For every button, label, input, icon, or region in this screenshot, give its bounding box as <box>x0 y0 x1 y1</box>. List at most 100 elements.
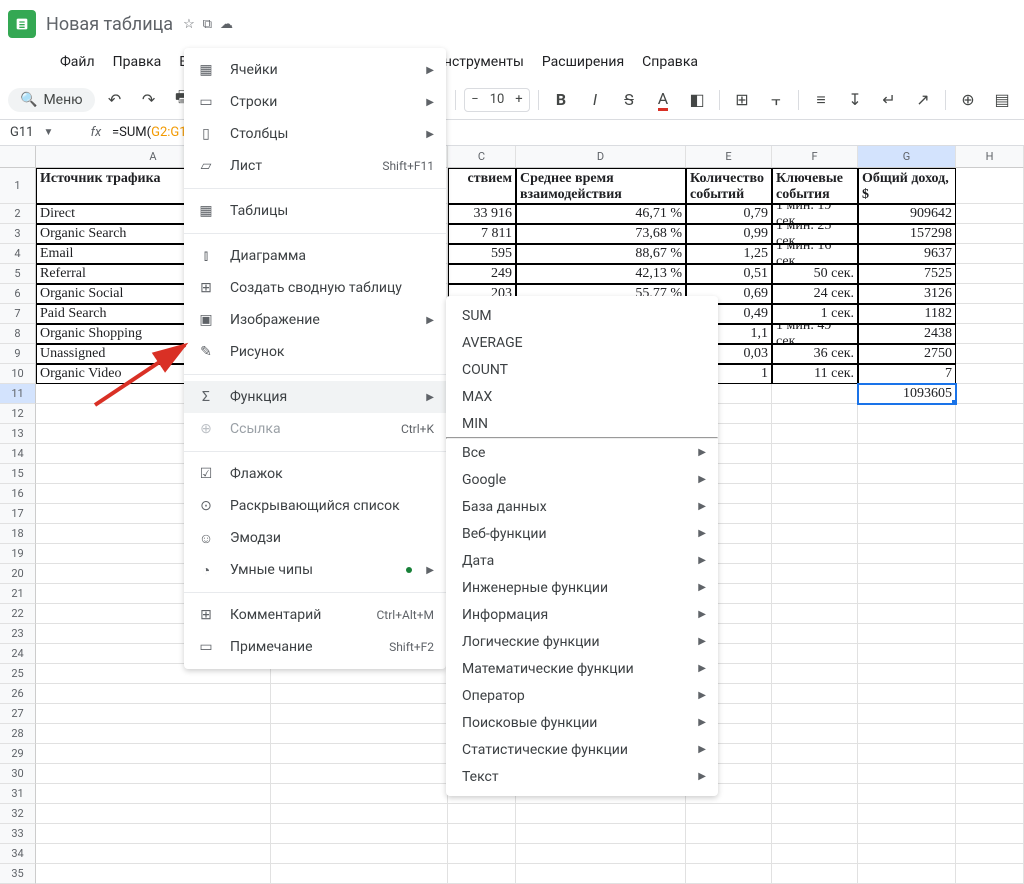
cell[interactable] <box>956 644 1024 664</box>
cell[interactable] <box>956 284 1024 304</box>
cell[interactable] <box>772 404 858 424</box>
col-F[interactable]: F <box>772 146 858 168</box>
col-D[interactable]: D <box>516 146 686 168</box>
submenu-item[interactable]: COUNT <box>446 356 718 383</box>
col-G[interactable]: G <box>858 146 956 168</box>
cell[interactable]: 157298 <box>858 224 956 244</box>
wrap-button[interactable]: ↵ <box>875 86 903 114</box>
merge-button[interactable]: ⫟ <box>762 86 790 114</box>
cell[interactable] <box>956 804 1024 824</box>
cell[interactable] <box>858 404 956 424</box>
cell[interactable] <box>956 624 1024 644</box>
cell[interactable] <box>271 744 448 764</box>
row-23[interactable]: 23 <box>0 624 36 644</box>
cell[interactable] <box>956 224 1024 244</box>
row-1[interactable]: 1 <box>0 168 36 204</box>
menu-item[interactable]: ▭Строки▶ <box>184 86 446 118</box>
cell[interactable] <box>858 584 956 604</box>
row-6[interactable]: 6 <box>0 284 36 304</box>
cell[interactable]: 1 сек. <box>772 304 858 324</box>
cell[interactable] <box>516 864 686 884</box>
cell[interactable] <box>516 824 686 844</box>
cell[interactable] <box>271 704 448 724</box>
cell[interactable]: 595 <box>448 244 516 264</box>
submenu-item[interactable]: Текст▶ <box>446 763 718 790</box>
cell[interactable]: ствием <box>448 168 516 204</box>
row-2[interactable]: 2 <box>0 204 36 224</box>
menu-item[interactable]: ▭ПримечаниеShift+F2 <box>184 631 446 663</box>
cell[interactable] <box>956 544 1024 564</box>
submenu-item[interactable]: Математические функции▶ <box>446 655 718 682</box>
cell[interactable] <box>858 684 956 704</box>
cell[interactable]: 0,79 <box>686 204 772 224</box>
undo-button[interactable]: ↶ <box>101 86 129 114</box>
bold-button[interactable]: B <box>547 86 575 114</box>
row-13[interactable]: 13 <box>0 424 36 444</box>
cell[interactable] <box>772 424 858 444</box>
cell[interactable] <box>956 464 1024 484</box>
cell[interactable] <box>772 604 858 624</box>
cell[interactable]: 1 мин. 19 сек. <box>772 204 858 224</box>
select-all-corner[interactable] <box>0 146 36 168</box>
cell[interactable]: Ключевые события <box>772 168 858 204</box>
cell[interactable] <box>36 744 271 764</box>
row-20[interactable]: 20 <box>0 564 36 584</box>
row-10[interactable]: 10 <box>0 364 36 384</box>
move-icon[interactable]: ⧉ <box>203 17 212 32</box>
cell[interactable]: 7525 <box>858 264 956 284</box>
cell[interactable] <box>772 844 858 864</box>
cell[interactable] <box>956 244 1024 264</box>
cell[interactable] <box>956 744 1024 764</box>
cell[interactable] <box>772 544 858 564</box>
row-35[interactable]: 35 <box>0 864 36 884</box>
cell[interactable] <box>772 824 858 844</box>
cell[interactable] <box>956 264 1024 284</box>
row-15[interactable]: 15 <box>0 464 36 484</box>
cell[interactable] <box>772 704 858 724</box>
submenu-item[interactable]: Все▶ <box>446 439 718 466</box>
text-color-button[interactable]: A <box>649 86 677 114</box>
cell[interactable] <box>858 784 956 804</box>
cell[interactable] <box>271 844 448 864</box>
col-E[interactable]: E <box>686 146 772 168</box>
cell[interactable]: 50 сек. <box>772 264 858 284</box>
star-icon[interactable]: ☆ <box>183 17 195 32</box>
font-size-value[interactable]: 10 <box>485 92 509 107</box>
cell[interactable] <box>36 864 271 884</box>
row-12[interactable]: 12 <box>0 404 36 424</box>
cell[interactable] <box>271 764 448 784</box>
row-32[interactable]: 32 <box>0 804 36 824</box>
cell[interactable] <box>772 504 858 524</box>
cell[interactable] <box>858 644 956 664</box>
cell[interactable] <box>772 524 858 544</box>
cell[interactable] <box>36 844 271 864</box>
cell[interactable] <box>686 864 772 884</box>
row-25[interactable]: 25 <box>0 664 36 684</box>
menu-item[interactable]: ▦Ячейки▶ <box>184 54 446 86</box>
submenu-item[interactable]: Дата▶ <box>446 547 718 574</box>
cell[interactable] <box>956 764 1024 784</box>
row-26[interactable]: 26 <box>0 684 36 704</box>
cell[interactable] <box>686 824 772 844</box>
cell[interactable] <box>956 584 1024 604</box>
cell[interactable]: 1 мин. 16 сек. <box>772 244 858 264</box>
submenu-item[interactable]: SUM <box>446 302 718 329</box>
cell[interactable] <box>772 444 858 464</box>
cell[interactable] <box>956 824 1024 844</box>
submenu-item[interactable]: Инженерные функции▶ <box>446 574 718 601</box>
fill-color-button[interactable]: ◧ <box>683 86 711 114</box>
cell[interactable] <box>858 484 956 504</box>
submenu-item[interactable]: Веб-функции▶ <box>446 520 718 547</box>
cell[interactable] <box>956 844 1024 864</box>
cell[interactable]: 1182 <box>858 304 956 324</box>
menu-item[interactable]: ▯Столбцы▶ <box>184 118 446 150</box>
cell[interactable] <box>858 864 956 884</box>
row-29[interactable]: 29 <box>0 744 36 764</box>
row-24[interactable]: 24 <box>0 644 36 664</box>
row-21[interactable]: 21 <box>0 584 36 604</box>
cell[interactable] <box>772 644 858 664</box>
row-8[interactable]: 8 <box>0 324 36 344</box>
cell[interactable] <box>448 844 516 864</box>
cell[interactable]: 73,68 % <box>516 224 686 244</box>
cell[interactable] <box>772 584 858 604</box>
